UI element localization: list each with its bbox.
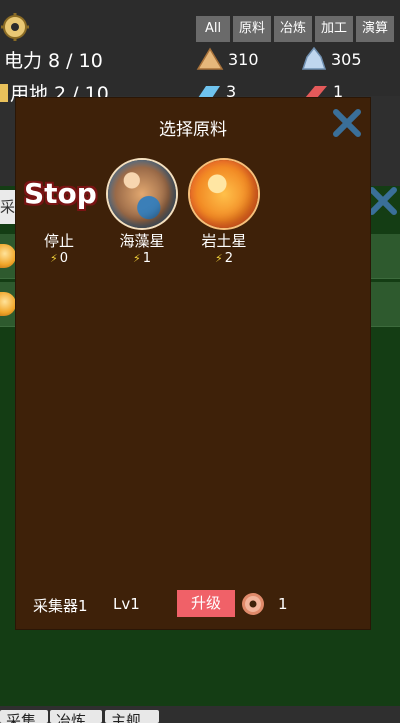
- resource-crystal: 305: [301, 47, 362, 71]
- option-label: 海藻星: [119, 232, 165, 250]
- option-label: 停止: [43, 232, 74, 250]
- seaweed-planet-icon: [108, 160, 176, 228]
- lightning-icon: ⚡: [132, 252, 141, 265]
- resource-rock: 310: [196, 47, 259, 71]
- rock-planet-icon: [190, 160, 258, 228]
- rock-pile-icon: [196, 47, 224, 70]
- upgrade-button[interactable]: 升级: [177, 590, 235, 617]
- crystal-icon: [301, 47, 327, 70]
- gear-icon[interactable]: [0, 12, 30, 42]
- coin-icon: [0, 244, 16, 268]
- option-cost: ⚡ 0: [49, 251, 68, 266]
- filter-process[interactable]: 加工: [315, 16, 353, 42]
- background-close-icon: [369, 187, 397, 215]
- power-stat: 电力 8 / 10: [4, 50, 103, 72]
- category-filter-bar: All 原料 冶炼 加工 演算: [196, 16, 394, 42]
- filter-smelt[interactable]: 冶炼: [274, 16, 312, 42]
- bottom-tab-smelt[interactable]: 冶炼: [50, 710, 102, 723]
- close-icon[interactable]: [331, 107, 363, 139]
- collector-name: 采集器1: [33, 597, 88, 615]
- coin-icon: [0, 292, 16, 316]
- option-label: 岩土星: [201, 232, 247, 250]
- option-rock-planet[interactable]: 岩土星 ⚡ 2: [189, 160, 259, 266]
- lightning-icon: ⚡: [214, 252, 223, 265]
- bottom-tab-mothership[interactable]: 主舰: [105, 710, 159, 723]
- donut-count: 1: [278, 595, 288, 613]
- lightning-icon: ⚡: [49, 252, 58, 265]
- collector-level: Lv1: [113, 595, 140, 613]
- option-cost: ⚡ 2: [214, 251, 233, 266]
- bottom-tab-collect[interactable]: 采集: [0, 710, 48, 723]
- stop-icon: Stop: [24, 177, 97, 210]
- dialog-title: 选择原料: [159, 120, 227, 140]
- filter-compute[interactable]: 演算: [356, 16, 394, 42]
- filter-all[interactable]: All: [196, 16, 230, 42]
- select-material-dialog: 选择原料 Stop 停止 ⚡ 0 海藻星 ⚡ 1 岩土星 ⚡ 2 采集器1 Lv1 升…: [15, 97, 371, 630]
- donut-icon: [242, 593, 264, 615]
- option-stop[interactable]: Stop 停止 ⚡ 0: [24, 160, 97, 266]
- option-cost: ⚡ 1: [132, 251, 151, 266]
- option-seaweed-planet[interactable]: 海藻星 ⚡ 1: [107, 160, 177, 266]
- land-icon: [0, 84, 8, 102]
- filter-raw[interactable]: 原料: [233, 16, 271, 42]
